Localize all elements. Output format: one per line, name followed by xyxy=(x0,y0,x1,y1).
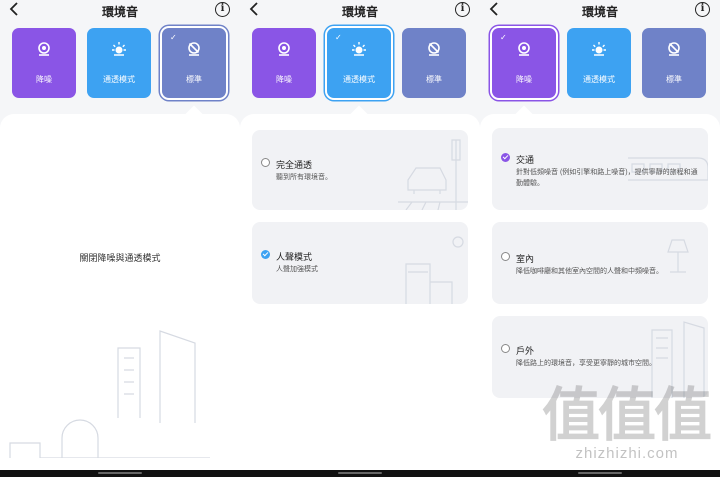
off-icon xyxy=(668,42,680,56)
mode-transparency[interactable]: 通透模式 xyxy=(87,28,151,98)
city-illustration xyxy=(9,330,210,458)
mode-detail-panel: 完全通透 聽到所有環境音。 人聲模式 人聲加強模式 xyxy=(240,105,480,477)
info-icon[interactable]: i xyxy=(215,2,230,17)
mode-label: 降噪 xyxy=(516,75,532,84)
sun-icon xyxy=(352,42,366,56)
screen-transparency: 環境音 i 降噪 ✓ 通透模式 標準 完全通透 聽到所有環境音。 人聲模式 人聲… xyxy=(240,0,480,477)
street-illustration xyxy=(398,139,468,210)
info-icon[interactable]: i xyxy=(695,2,710,17)
radio-indoor[interactable] xyxy=(501,252,510,261)
off-icon xyxy=(188,42,200,56)
page-title: 環境音 xyxy=(581,5,618,19)
option-title: 戶外 xyxy=(516,346,535,356)
check-icon: ✓ xyxy=(170,33,177,42)
option-description: 聽到所有環境音。 xyxy=(276,174,332,181)
option-card-indoor[interactable]: 室內 降低咖啡廳和其他室內空間的人聲和中頻噪音。 xyxy=(492,222,708,304)
option-description: 降低咖啡廳和其他室內空間的人聲和中頻噪音。 xyxy=(516,268,663,275)
radio-transport[interactable] xyxy=(501,153,510,162)
option-description: 降低路上的環境音，享受更寧靜的城市空間。 xyxy=(516,360,656,367)
option-title: 室內 xyxy=(516,254,535,264)
check-icon: ✓ xyxy=(335,33,342,42)
mode-standard[interactable]: 標準 xyxy=(642,28,706,98)
status-text: 關閉降噪與通透模式 xyxy=(79,253,161,263)
option-description: 針對低頻噪音 (例如引擎和路上噪音)，提供寧靜的旅程和通勤體驗。 xyxy=(516,169,698,187)
mode-label: 標準 xyxy=(666,75,682,84)
room-illustration xyxy=(405,236,464,304)
watermark-logo: 值值值 xyxy=(542,381,712,449)
sun-icon xyxy=(112,42,126,56)
off-icon xyxy=(428,42,440,56)
option-card-voice[interactable]: 人聲模式 人聲加強模式 xyxy=(252,222,468,304)
radio-voice[interactable] xyxy=(261,250,270,259)
sun-icon xyxy=(592,42,606,56)
mode-label: 通透模式 xyxy=(583,75,615,84)
lamp-illustration xyxy=(667,239,689,273)
check-icon: ✓ xyxy=(500,33,507,42)
home-indicator xyxy=(0,470,240,477)
home-indicator xyxy=(480,470,720,477)
mode-label: 通透模式 xyxy=(343,75,375,84)
headset-icon xyxy=(278,42,290,56)
page-title: 環境音 xyxy=(101,5,138,19)
watermark: 值值值 zhizhizhi.com xyxy=(542,385,712,465)
page-title: 環境音 xyxy=(341,5,378,19)
option-card-full-transparency[interactable]: 完全通透 聽到所有環境音。 xyxy=(252,130,468,210)
mode-noise-cancel[interactable]: 降噪 xyxy=(252,28,316,98)
radio-outdoor[interactable] xyxy=(501,344,510,353)
screen-noise-cancel: 環境音 i ✓ 降噪 通透模式 標準 交通 針對低頻噪音 (例如引擎和路上噪音)… xyxy=(480,0,720,477)
option-card-transport[interactable]: 交通 針對低頻噪音 (例如引擎和路上噪音)，提供寧靜的旅程和通勤體驗。 xyxy=(492,128,708,210)
top-bar: 環境音 i xyxy=(240,0,480,22)
mode-label: 標準 xyxy=(426,75,442,84)
option-title: 完全通透 xyxy=(276,160,313,170)
mode-transparency[interactable]: ✓ 通透模式 xyxy=(327,28,391,98)
option-title: 交通 xyxy=(516,155,535,165)
mode-noise-cancel[interactable]: 降噪 xyxy=(12,28,76,98)
mode-standard[interactable]: ✓ 標準 xyxy=(162,28,226,98)
mode-transparency[interactable]: 通透模式 xyxy=(567,28,631,98)
mode-detail-panel: 關閉降噪與通透模式 xyxy=(0,105,240,477)
mode-standard[interactable]: 標準 xyxy=(402,28,466,98)
mode-noise-cancel[interactable]: ✓ 降噪 xyxy=(492,28,556,98)
option-title: 人聲模式 xyxy=(276,252,313,262)
headset-icon xyxy=(38,42,50,56)
radio-full-transparency[interactable] xyxy=(261,158,270,167)
top-bar: 環境音 i xyxy=(0,0,240,22)
info-icon[interactable]: i xyxy=(455,2,470,17)
mode-label: 標準 xyxy=(186,75,202,84)
mode-label: 降噪 xyxy=(276,75,292,84)
mode-label: 通透模式 xyxy=(103,75,135,84)
headset-icon xyxy=(518,42,530,56)
top-bar: 環境音 i xyxy=(480,0,720,22)
option-description: 人聲加強模式 xyxy=(276,266,318,273)
mode-label: 降噪 xyxy=(36,75,52,84)
home-indicator xyxy=(240,470,480,477)
screen-standard: 環境音 i 降噪 通透模式 ✓ 標準 關閉降噪與通透模式 xyxy=(0,0,240,477)
